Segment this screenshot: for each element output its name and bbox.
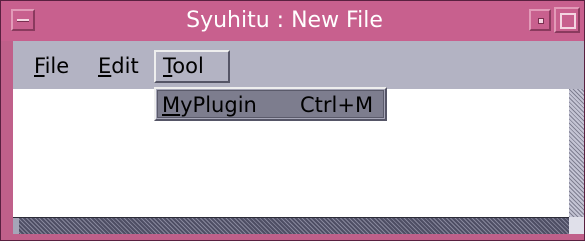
menu-bar: File Edit Tool xyxy=(13,41,584,89)
menu-file-mnemonic: F xyxy=(34,54,45,78)
menu-item-myplugin-label: MyPlugin xyxy=(162,91,257,119)
window-title: Syuhitu : New File xyxy=(186,8,383,33)
minimize-button[interactable] xyxy=(529,9,551,31)
scrollbar-corner xyxy=(569,217,584,234)
horizontal-scrollbar[interactable] xyxy=(13,217,569,235)
menu-item-myplugin-mnemonic: M xyxy=(162,93,181,117)
menu-item-myplugin-accelerator: Ctrl+M xyxy=(300,93,374,117)
window-menu-icon xyxy=(17,19,29,22)
menu-edit[interactable]: Edit xyxy=(95,50,142,83)
menu-edit-label: dit xyxy=(111,54,139,78)
window-bottom-border[interactable] xyxy=(1,234,584,240)
horizontal-scroll-thumb[interactable] xyxy=(13,218,19,235)
menu-file-label: ile xyxy=(44,54,70,78)
client-area: File Edit Tool xyxy=(13,41,584,235)
tool-menu-dropdown: MyPlugin Ctrl+M xyxy=(154,87,387,121)
menu-edit-mnemonic: E xyxy=(98,54,112,78)
menu-item-myplugin[interactable]: MyPlugin Ctrl+M xyxy=(157,90,384,118)
menu-tool[interactable]: Tool xyxy=(154,50,230,83)
maximize-icon xyxy=(560,13,576,29)
menu-tool-label: ool xyxy=(172,54,204,78)
minimize-icon xyxy=(538,18,544,24)
menu-item-myplugin-text: yPlugin xyxy=(180,93,257,117)
vertical-scrollbar[interactable] xyxy=(569,89,584,234)
maximize-button[interactable] xyxy=(554,7,580,33)
title-bar[interactable]: Syuhitu : New File xyxy=(1,1,584,41)
window-menu-button[interactable] xyxy=(11,9,35,31)
menu-file[interactable]: File xyxy=(31,50,72,83)
menu-tool-mnemonic: T xyxy=(163,54,173,78)
